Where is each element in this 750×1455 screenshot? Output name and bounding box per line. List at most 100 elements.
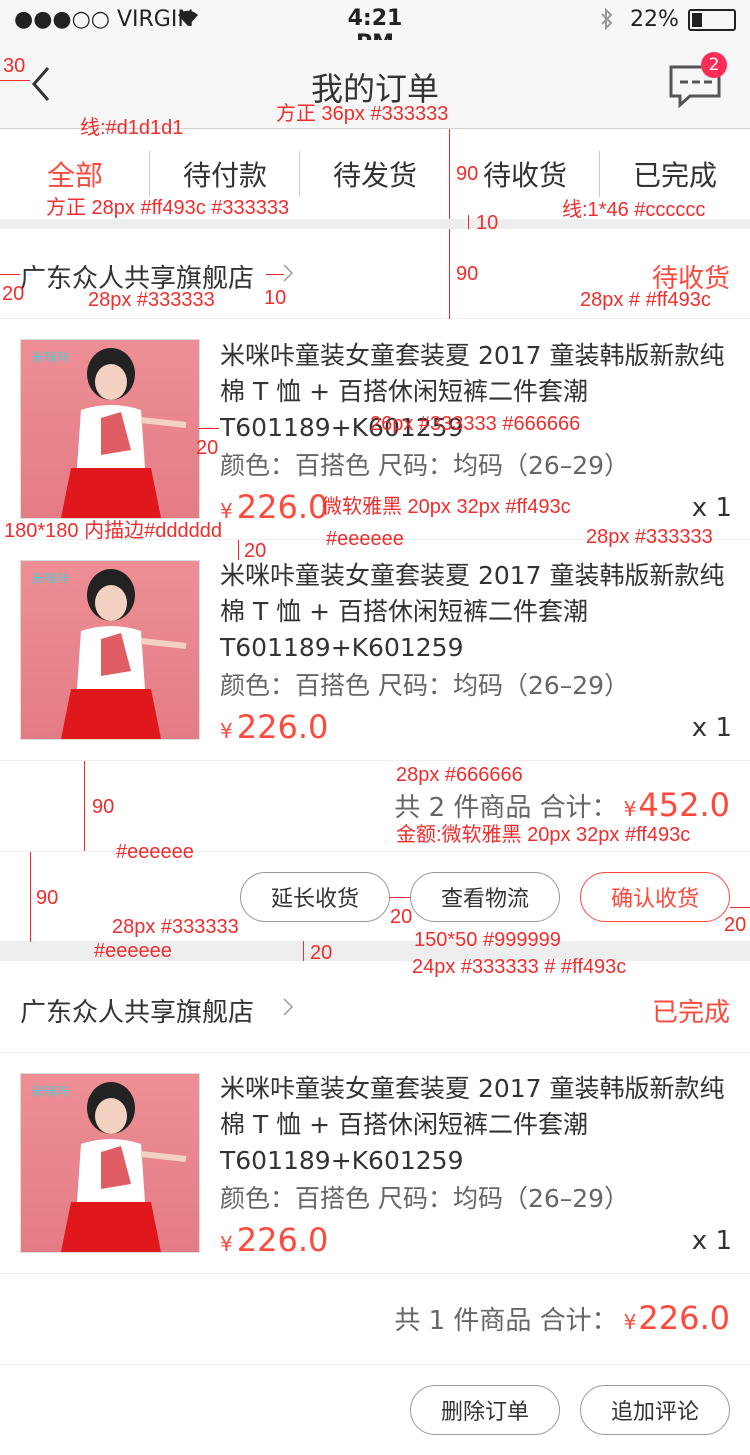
svg-text:米咪咔: 米咪咔 xyxy=(31,571,70,586)
annotation: 20 xyxy=(390,906,413,928)
product-quantity: x 1 xyxy=(691,493,732,523)
annotation: 150*50 #999999 xyxy=(414,929,561,951)
product-quantity: x 1 xyxy=(691,1226,732,1256)
annotation: 28px #333333 xyxy=(586,526,713,548)
product-spec: 颜色：百搭色 尺码：均码（26–29） xyxy=(220,451,630,480)
back-icon[interactable] xyxy=(30,64,52,108)
bluetooth-icon xyxy=(600,7,614,34)
tab-divider xyxy=(599,151,600,197)
annotation: 20 xyxy=(244,540,267,562)
annotation: 30 xyxy=(3,55,26,77)
carrier-text: ●●●○○ VIRGIN xyxy=(14,7,194,32)
order-total: 226.0 xyxy=(638,1299,730,1337)
product-quantity: x 1 xyxy=(691,713,732,743)
order-status: 已完成 xyxy=(651,998,730,1028)
status-bar: ●●●○○ VIRGIN 4:21 PM 22% xyxy=(0,0,750,56)
annotation: #eeeeee xyxy=(94,940,172,962)
divider xyxy=(0,1052,750,1053)
divider xyxy=(0,760,750,761)
annotation: 180*180 内描边#dddddd xyxy=(4,520,222,542)
message-badge: 2 xyxy=(701,52,727,78)
store-name[interactable]: 广东众人共享旗舰店 xyxy=(20,992,254,1029)
price-value: 226.0 xyxy=(236,708,329,746)
extend-receipt-button[interactable]: 延长收货 xyxy=(240,872,390,922)
tab-pending-shipment[interactable]: 待发货 xyxy=(300,129,450,219)
add-review-button[interactable]: 追加评论 xyxy=(580,1385,730,1435)
spacing-marker xyxy=(449,129,450,219)
spacing-marker xyxy=(30,852,31,942)
annotation: 20 xyxy=(196,437,219,459)
currency-symbol: ¥ xyxy=(220,719,233,743)
product-image[interactable]: 米咪咔 xyxy=(20,1073,200,1253)
annotation: 10 xyxy=(476,212,499,234)
annotation: 28px #666666 xyxy=(396,764,523,786)
divider xyxy=(0,1273,750,1274)
spacing-marker xyxy=(389,897,410,898)
annotation: 24px #333333 # #ff493c xyxy=(412,956,627,978)
annotation: 26px #333333 #666666 xyxy=(370,413,581,435)
battery-percent: 22% xyxy=(630,7,679,32)
spacing-marker xyxy=(84,761,85,851)
currency-symbol: ¥ xyxy=(623,797,637,821)
order-summary: 共 1 件商品 合计： ¥226.0 xyxy=(394,1299,730,1337)
annotation: 方正 36px #333333 xyxy=(276,103,449,125)
product-price: ¥226.0 xyxy=(220,488,328,526)
annotation: 90 xyxy=(92,796,115,818)
annotation: #eeeeee xyxy=(326,528,404,550)
annotation: 90 xyxy=(456,163,479,185)
annotation: 90 xyxy=(456,263,479,285)
product-image[interactable]: 米咪咔 xyxy=(20,339,200,519)
divider xyxy=(0,318,750,319)
price-value: 226.0 xyxy=(236,1221,329,1259)
annotation: 28px #333333 xyxy=(112,916,239,938)
wifi-icon xyxy=(176,8,200,32)
product-price: ¥226.0 xyxy=(220,1221,328,1259)
svg-text:米咪咔: 米咪咔 xyxy=(31,1084,70,1099)
annotation: #eeeeee xyxy=(116,841,194,863)
product-image[interactable]: 米咪咔 xyxy=(20,560,200,740)
annotation: 方正 28px #ff493c #333333 xyxy=(46,197,290,219)
annotation: 金额:微软雅黑 20px 32px #ff493c xyxy=(396,824,691,846)
annotation: 90 xyxy=(36,887,59,909)
spacing-marker xyxy=(0,80,30,81)
annotation: 20 xyxy=(2,283,25,305)
product-spec: 颜色：百搭色 尺码：均码（26–29） xyxy=(220,1184,630,1213)
product-title[interactable]: 米咪咔童装女童套装夏 2017 童装韩版新款纯棉 T 恤 + 百搭休闲短裤二件套… xyxy=(220,558,730,666)
annotation: 28px # #ff493c xyxy=(580,289,711,311)
spacing-marker xyxy=(449,229,450,319)
divider xyxy=(0,1364,750,1365)
annotation: 微软雅黑 20px 32px #ff493c xyxy=(322,496,571,518)
spacing-marker xyxy=(266,274,284,275)
annotation: 线:#d1d1d1 xyxy=(80,117,184,139)
spacing-marker xyxy=(730,907,750,908)
price-value: 226.0 xyxy=(236,488,329,526)
tab-divider xyxy=(149,151,150,197)
delete-order-button[interactable]: 删除订单 xyxy=(410,1385,560,1435)
product-title[interactable]: 米咪咔童装女童套装夏 2017 童装韩版新款纯棉 T 恤 + 百搭休闲短裤二件套… xyxy=(220,1071,730,1179)
annotation: 20 xyxy=(724,914,747,936)
order-summary: 共 2 件商品 合计： ¥452.0 xyxy=(394,786,730,824)
summary-text: 共 2 件商品 合计： xyxy=(394,793,618,823)
divider xyxy=(0,851,750,852)
product-spec: 颜色：百搭色 尺码：均码（26–29） xyxy=(220,671,630,700)
view-logistics-button[interactable]: 查看物流 xyxy=(410,872,560,922)
currency-symbol: ¥ xyxy=(220,1232,233,1256)
annotation: 28px #333333 xyxy=(88,289,215,311)
battery-icon xyxy=(688,9,736,31)
chevron-right-icon xyxy=(283,998,294,1020)
product-price: ¥226.0 xyxy=(220,708,328,746)
spacing-marker xyxy=(238,540,239,560)
currency-symbol: ¥ xyxy=(623,1310,637,1334)
tab-divider xyxy=(299,151,300,197)
chevron-right-icon xyxy=(283,264,294,286)
order-total: 452.0 xyxy=(638,786,730,824)
spacing-marker xyxy=(0,274,20,275)
svg-text:米咪咔: 米咪咔 xyxy=(31,350,70,365)
annotation: 20 xyxy=(310,942,333,964)
confirm-receipt-button[interactable]: 确认收货 xyxy=(580,872,730,922)
spacing-marker xyxy=(468,215,469,229)
annotation: 10 xyxy=(264,287,287,309)
spacing-marker xyxy=(303,941,304,961)
annotation: 线:1*46 #cccccc xyxy=(562,199,706,221)
summary-text: 共 1 件商品 合计： xyxy=(394,1306,618,1336)
